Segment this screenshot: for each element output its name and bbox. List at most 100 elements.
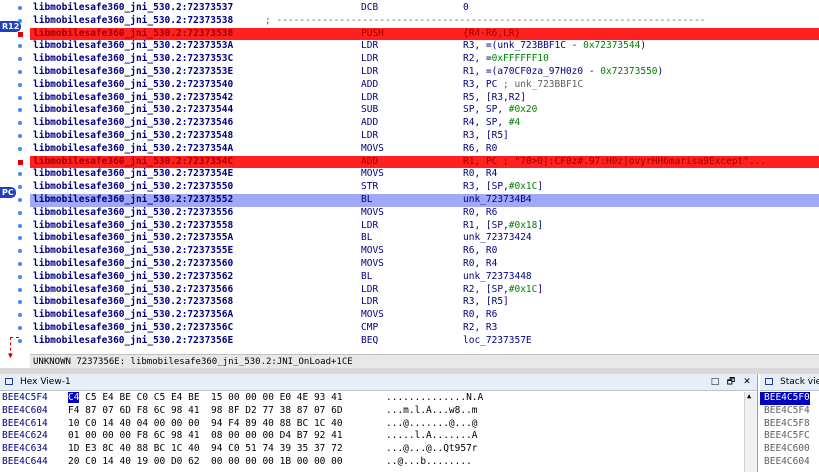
stack-row[interactable]: BEE4C5F4 <box>760 405 810 418</box>
disassembly-view[interactable]: libmobilesafe360_jni_530.2:72373537 DCB 0 l… <box>0 0 819 360</box>
line-marker-icon[interactable] <box>18 57 22 62</box>
instruction-row[interactable]: libmobilesafe360_jni_530.2:7237354E MOVS R… <box>30 168 819 181</box>
instruction-mnemonic: LDR <box>361 40 379 52</box>
hex-bytes[interactable]: 1D E3 8C 40 88 BC 1C 40 94 C0 51 74 39 3… <box>68 443 343 456</box>
minimize-button[interactable]: □ <box>708 374 722 390</box>
instruction-row[interactable]: libmobilesafe360_jni_530.2:72373538 ; ---… <box>30 15 819 28</box>
hex-address: BEE4C614 <box>2 417 48 429</box>
line-marker-icon[interactable] <box>18 121 22 126</box>
line-marker-icon[interactable] <box>18 82 22 87</box>
instruction-row[interactable]: libmobilesafe360_jni_530.2:72373566 LDR R2… <box>30 284 819 297</box>
instruction-row[interactable]: libmobilesafe360_jni_530.2:72373540 ADD R3… <box>30 79 819 92</box>
instruction-row[interactable]: libmobilesafe360_jni_530.2:7237356C CMP R2… <box>30 322 819 335</box>
line-marker-icon[interactable] <box>18 134 22 138</box>
breakpoint-icon[interactable] <box>18 159 23 165</box>
instruction-row[interactable]: libmobilesafe360_jni_530.2:7237355A BL unk… <box>30 232 819 245</box>
stack-view-title: Stack view <box>780 377 819 387</box>
selected-byte[interactable]: C4 <box>68 392 80 403</box>
hex-row[interactable]: BEE4C634 1D E3 8C 40 88 BC 1C 40 94 C0 51… <box>0 443 745 456</box>
breakpoint-gutter[interactable] <box>0 0 30 353</box>
stack-row[interactable]: BEE4C604 <box>760 456 810 469</box>
hex-scrollbar[interactable]: ▲ <box>744 392 757 472</box>
line-marker-icon[interactable] <box>18 313 22 318</box>
instruction-row[interactable]: libmobilesafe360_jni_530.2:7237354A MOVS R… <box>30 143 819 156</box>
line-marker-icon[interactable] <box>18 287 22 292</box>
instruction-operands: R6, R0 <box>463 245 498 257</box>
instruction-row[interactable]: libmobilesafe360_jni_530.2:72373542 LDR R5… <box>30 92 819 105</box>
hex-row[interactable]: BEE4C5F4 C4 C5 E4 BE C0 C5 E4 BE 15 00 00… <box>0 392 745 405</box>
instruction-operands: R2, R3 <box>463 322 498 333</box>
line-marker-icon[interactable] <box>18 95 22 100</box>
stack-view-titlebar[interactable]: Stack view <box>760 374 819 391</box>
stack-row[interactable]: BEE4C600 <box>760 443 810 456</box>
instruction-row[interactable]: libmobilesafe360_jni_530.2:72373537 DCB 0 <box>30 2 819 15</box>
hex-bytes[interactable]: 20 C0 14 40 19 00 D0 62 00 00 00 00 1B 0… <box>68 456 343 469</box>
line-marker-icon[interactable] <box>18 249 22 254</box>
instruction-row[interactable]: libmobilesafe360_jni_530.2:72373558 LDR R1… <box>30 220 819 233</box>
instruction-mnemonic: LDR <box>361 66 379 77</box>
line-marker-icon[interactable] <box>18 6 22 10</box>
hex-row[interactable]: BEE4C614 10 C0 14 40 04 00 00 00 94 F4 89… <box>0 418 745 431</box>
stack-row[interactable]: BEE4C5F8 <box>760 418 810 431</box>
instruction-mnemonic: MOVS <box>361 258 384 269</box>
line-marker-icon[interactable] <box>18 70 22 74</box>
current-instruction-row[interactable]: libmobilesafe360_jni_530.2:72373552 BL unk… <box>30 194 819 207</box>
instruction-row[interactable]: libmobilesafe360_jni_530.2:72373546 ADD R4… <box>30 117 819 130</box>
hex-row[interactable]: BEE4C624 01 00 00 00 F8 6C 98 41 08 00 00… <box>0 430 745 443</box>
line-marker-icon[interactable] <box>18 172 22 177</box>
breakpoint-icon[interactable] <box>18 31 23 37</box>
scroll-up-icon[interactable]: ▲ <box>747 392 751 400</box>
line-marker-icon[interactable] <box>18 44 22 49</box>
line-marker-icon[interactable] <box>18 274 22 279</box>
instruction-row[interactable]: libmobilesafe360_jni_530.2:72373556 MOVS R… <box>30 207 819 220</box>
instruction-row[interactable]: libmobilesafe360_jni_530.2:72373568 LDR R3… <box>30 296 819 309</box>
hex-bytes[interactable]: 01 00 00 00 F8 6C 98 41 08 00 00 00 D4 B… <box>68 430 343 443</box>
restore-button[interactable]: 🗗 <box>724 374 738 390</box>
line-marker-icon[interactable] <box>18 146 22 151</box>
disassembly-listing[interactable]: libmobilesafe360_jni_530.2:72373537 DCB 0 l… <box>30 0 819 353</box>
line-marker-icon[interactable] <box>18 108 22 113</box>
hex-bytes[interactable]: 10 C0 14 40 04 00 00 00 94 F4 89 40 88 B… <box>68 418 343 431</box>
line-marker-icon[interactable] <box>18 210 22 215</box>
instruction-row[interactable]: libmobilesafe360_jni_530.2:72373550 STR R3… <box>30 181 819 194</box>
instruction-address: libmobilesafe360_jni_530.2:72373568 <box>33 296 234 308</box>
line-marker-icon[interactable] <box>18 326 22 330</box>
line-marker-icon[interactable] <box>18 198 22 202</box>
instruction-address: libmobilesafe360_jni_530.2:72373566 <box>33 283 234 295</box>
stack-row[interactable]: BEE4C5FC <box>760 430 810 443</box>
instruction-address: libmobilesafe360_jni_530.2:7237356A <box>33 309 234 321</box>
instruction-row[interactable]: libmobilesafe360_jni_530.2:7237356E BEQ lo… <box>30 335 819 348</box>
instruction-row[interactable]: libmobilesafe360_jni_530.2:7237353E LDR R1… <box>30 66 819 79</box>
stack-view-panel[interactable]: Stack view BEE4C5F0BEE4C5F4BEE4C5F8BEE4C… <box>760 374 819 472</box>
stack-rows[interactable]: BEE4C5F0 BEE4C5F4 BEE4C5F8 BEE4C5FC BEE4C600… <box>760 392 810 469</box>
hex-row[interactable]: BEE4C644 20 C0 14 40 19 00 D0 62 00 00 00… <box>0 456 745 469</box>
instruction-row[interactable]: libmobilesafe360_jni_530.2:7237353C LDR R2… <box>30 53 819 66</box>
hex-bytes[interactable]: F4 87 07 6D F8 6C 98 41 98 8F D2 77 38 8… <box>68 405 343 418</box>
instruction-mnemonic: MOVS <box>361 142 384 154</box>
breakpoint-row[interactable]: libmobilesafe360_jni_530.2:72373538 PUSH {… <box>30 27 819 41</box>
hex-view-titlebar[interactable]: Hex View-1 □ 🗗 ✕ <box>0 374 757 391</box>
stack-row[interactable]: BEE4C5F0 <box>760 392 810 405</box>
instruction-address: libmobilesafe360_jni_530.2:72373544 <box>33 104 234 116</box>
line-marker-icon[interactable] <box>18 300 22 305</box>
close-button[interactable]: ✕ <box>740 374 754 390</box>
instruction-address: libmobilesafe360_jni_530.2:72373540 <box>33 78 234 90</box>
line-marker-icon[interactable] <box>18 185 22 190</box>
line-marker-icon[interactable] <box>18 262 22 266</box>
hex-bytes[interactable]: C4 C5 E4 BE C0 C5 E4 BE 15 00 00 00 E0 4… <box>68 392 343 405</box>
instruction-row[interactable]: libmobilesafe360_jni_530.2:72373562 BL unk… <box>30 271 819 284</box>
instruction-row[interactable]: libmobilesafe360_jni_530.2:7237356A MOVS R… <box>30 309 819 322</box>
hex-view-panel[interactable]: Hex View-1 □ 🗗 ✕ BEE4C5F4 C4 C5 E4 BE C0 … <box>0 374 758 472</box>
instruction-row[interactable]: libmobilesafe360_jni_530.2:72373548 LDR R3… <box>30 130 819 143</box>
hex-rows[interactable]: BEE4C5F4 C4 C5 E4 BE C0 C5 E4 BE 15 00 00… <box>0 392 745 469</box>
instruction-row[interactable]: libmobilesafe360_jni_530.2:72373544 SUB SP… <box>30 104 819 117</box>
hex-row[interactable]: BEE4C604 F4 87 07 6D F8 6C 98 41 98 8F D2… <box>0 405 745 418</box>
instruction-operands: {R4-R6,LR} <box>463 27 521 39</box>
instruction-address: libmobilesafe360_jni_530.2:72373558 <box>33 219 234 231</box>
line-marker-icon[interactable] <box>18 236 22 241</box>
instruction-row[interactable]: libmobilesafe360_jni_530.2:7237353A LDR R3… <box>30 40 819 53</box>
line-marker-icon[interactable] <box>18 223 22 228</box>
instruction-row[interactable]: libmobilesafe360_jni_530.2:72373560 MOVS R… <box>30 258 819 271</box>
instruction-row[interactable]: libmobilesafe360_jni_530.2:7237355E MOVS R… <box>30 245 819 258</box>
breakpoint-row[interactable]: libmobilesafe360_jni_530.2:7237354C ADD R1… <box>30 155 819 169</box>
